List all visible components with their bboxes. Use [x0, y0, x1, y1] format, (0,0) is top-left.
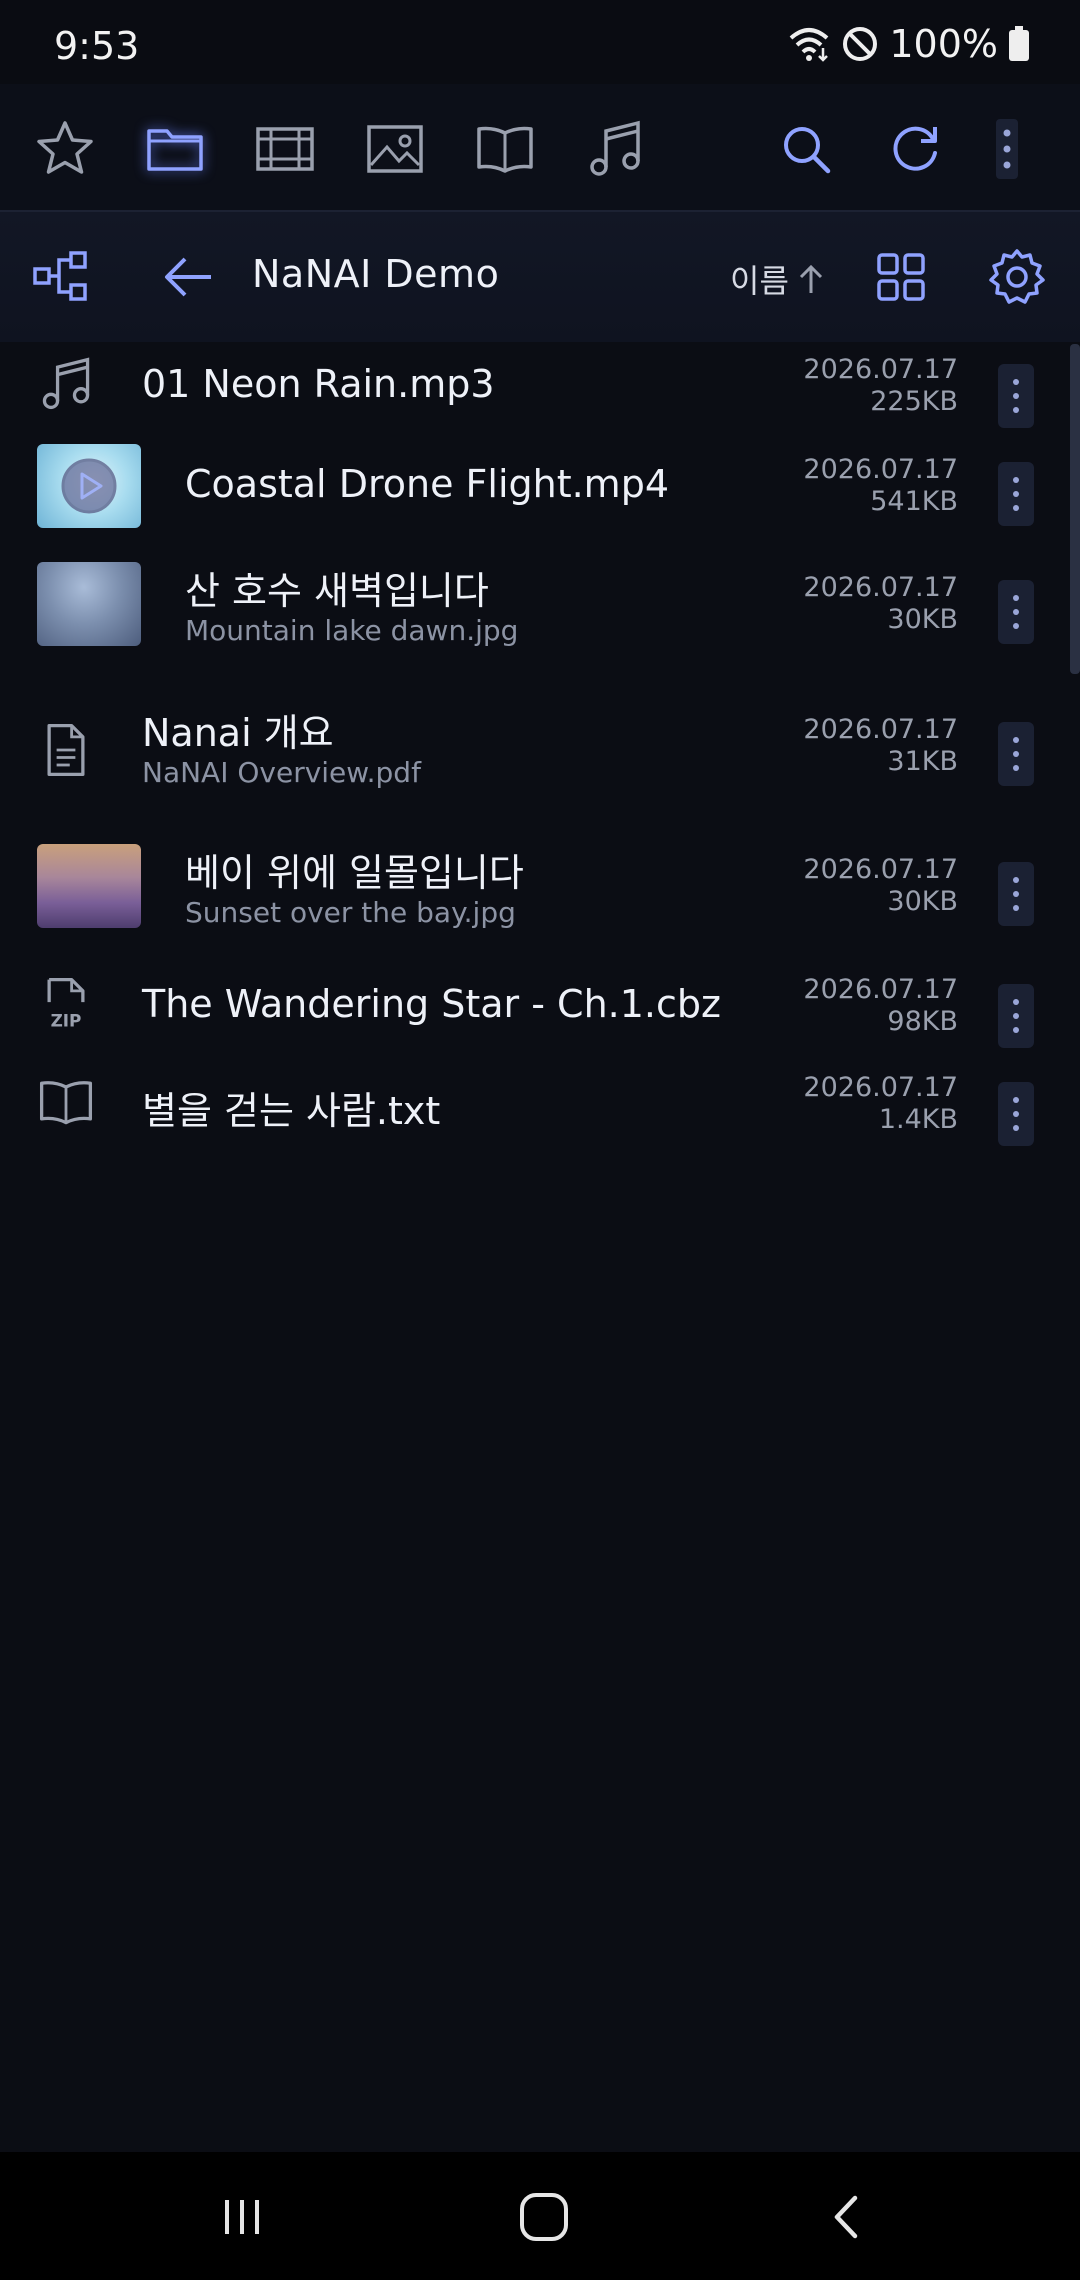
svg-text:ZIP: ZIP: [51, 1011, 82, 1031]
books-tab-book-icon[interactable]: [470, 114, 540, 184]
overflow-menu-button[interactable]: [982, 114, 1032, 184]
file-name: Coastal Drone Flight.mp4: [185, 462, 669, 506]
file-size: 31KB: [887, 746, 958, 777]
status-bar: 9:53 100%: [0, 0, 1080, 84]
arrow-left-icon: [165, 257, 211, 297]
video-thumbnail: [37, 444, 141, 528]
file-row[interactable]: ZIP The Wandering Star - Ch.1.cbz 2026.0…: [0, 962, 1080, 1048]
search-button[interactable]: [771, 114, 841, 184]
book-icon: [477, 126, 533, 173]
row-more-button[interactable]: [998, 722, 1034, 786]
star-icon: [37, 121, 93, 174]
wifi-icon: [790, 28, 829, 62]
more-icon: [996, 119, 1018, 179]
favorites-tab-star-icon[interactable]: [30, 114, 100, 184]
row-more-button[interactable]: [998, 984, 1034, 1048]
play-icon: [61, 458, 117, 514]
file-size: 541KB: [870, 486, 958, 517]
image-icon: [367, 125, 423, 173]
music-icon: [42, 357, 90, 410]
status-icons: 100%: [787, 22, 1030, 66]
folder-icon: [147, 129, 203, 171]
back-nav-button[interactable]: [808, 2182, 888, 2252]
file-row[interactable]: Nanai 개요 NaNAI Overview.pdf 2026.07.17 3…: [0, 702, 1080, 792]
folder-tree-button[interactable]: [26, 242, 96, 312]
document-file-icon: [30, 714, 102, 786]
row-more-button[interactable]: [998, 862, 1034, 926]
home-icon: [520, 2193, 568, 2241]
file-name: 베이 위에 일몰입니다: [185, 851, 524, 895]
top-toolbar: [0, 84, 1080, 212]
file-date: 2026.07.17: [803, 714, 958, 745]
file-size: 98KB: [887, 1006, 958, 1037]
battery-icon: [1009, 26, 1029, 61]
file-date: 2026.07.17: [803, 854, 958, 885]
grid-icon: [877, 253, 925, 301]
file-size: 30KB: [887, 886, 958, 917]
refresh-button[interactable]: [880, 114, 950, 184]
file-name: 산 호수 새벽입니다: [185, 569, 489, 613]
folder-header: NaNAI Demo 이름: [0, 212, 1080, 342]
folder-title: NaNAI Demo: [252, 252, 500, 296]
file-date: 2026.07.17: [803, 1072, 958, 1103]
status-time: 9:53: [54, 24, 140, 68]
sort-button[interactable]: 이름: [730, 256, 825, 302]
settings-button[interactable]: [982, 242, 1052, 312]
file-row[interactable]: 베이 위에 일몰입니다 Sunset over the bay.jpg 2026…: [0, 842, 1080, 932]
recent-apps-button[interactable]: [202, 2182, 282, 2252]
do-not-disturb-icon: [843, 27, 878, 61]
list-scrollbar[interactable]: [1070, 344, 1080, 674]
text-file-icon: [30, 1066, 102, 1138]
image-thumbnail: [37, 844, 141, 928]
home-button[interactable]: [504, 2182, 584, 2252]
recent-apps-icon: [225, 2200, 259, 2234]
refresh-icon: [893, 126, 937, 171]
row-more-button[interactable]: [998, 1082, 1034, 1146]
folders-tab-folder-icon[interactable]: [140, 114, 210, 184]
file-subtitle: Sunset over the bay.jpg: [185, 896, 516, 929]
file-date: 2026.07.17: [803, 974, 958, 1005]
file-row[interactable]: Coastal Drone Flight.mp4 2026.07.17 541K…: [0, 442, 1080, 530]
file-name: The Wandering Star - Ch.1.cbz: [142, 982, 721, 1026]
file-row[interactable]: 별을 걷는 사람.txt 2026.07.17 1.4KB: [0, 1060, 1080, 1146]
file-size: 225KB: [870, 386, 958, 417]
row-more-button[interactable]: [998, 462, 1034, 526]
film-icon: [256, 127, 314, 171]
file-subtitle: NaNAI Overview.pdf: [142, 756, 421, 789]
file-date: 2026.07.17: [803, 572, 958, 603]
zip-icon: ZIP: [47, 977, 85, 1031]
file-row[interactable]: 산 호수 새벽입니다 Mountain lake dawn.jpg 2026.0…: [0, 560, 1080, 650]
document-icon: [47, 723, 85, 777]
file-row[interactable]: 01 Neon Rain.mp3 2026.07.17 225KB: [0, 342, 1080, 428]
back-button[interactable]: [154, 242, 224, 312]
music-tab-music-icon[interactable]: [580, 114, 650, 184]
file-name: Nanai 개요: [142, 711, 334, 755]
search-icon: [784, 127, 831, 174]
videos-tab-film-icon[interactable]: [250, 114, 320, 184]
images-tab-image-icon[interactable]: [360, 114, 430, 184]
system-nav-bar: [0, 2152, 1080, 2280]
folder-tree-icon: [33, 251, 87, 301]
row-more-button[interactable]: [998, 364, 1034, 428]
grid-view-button[interactable]: [866, 242, 936, 312]
row-more-button[interactable]: [998, 580, 1034, 644]
file-size: 1.4KB: [878, 1104, 958, 1135]
chevron-left-icon: [834, 2195, 858, 2239]
file-name: 별을 걷는 사람.txt: [142, 1089, 441, 1133]
archive-file-icon: ZIP: [30, 968, 102, 1040]
gear-icon: [989, 249, 1045, 304]
file-date: 2026.07.17: [803, 454, 958, 485]
file-name: 01 Neon Rain.mp3: [142, 362, 495, 406]
arrow-up-icon: [799, 264, 822, 293]
battery-percent: 100%: [889, 22, 998, 66]
file-size: 30KB: [887, 604, 958, 635]
book-icon: [39, 1081, 93, 1125]
file-date: 2026.07.17: [803, 354, 958, 385]
image-thumbnail: [37, 562, 141, 646]
file-subtitle: Mountain lake dawn.jpg: [185, 614, 519, 647]
music-file-icon: [30, 348, 102, 420]
sort-label: 이름: [730, 262, 789, 300]
music-icon: [590, 120, 640, 176]
